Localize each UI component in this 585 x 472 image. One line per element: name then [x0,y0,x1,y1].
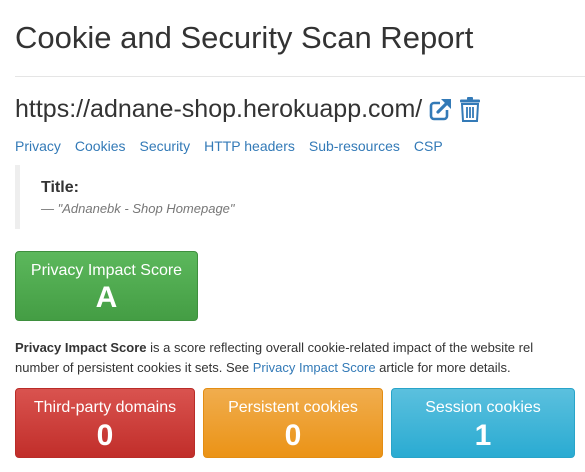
session-cookies-label: Session cookies [425,399,541,416]
trash-icon[interactable] [460,96,481,122]
nav-link-http-headers[interactable]: HTTP headers [204,138,295,154]
persistent-cookies-label: Persistent cookies [228,399,358,416]
title-heading: Title: [41,179,79,196]
privacy-impact-score-link[interactable]: Privacy Impact Score [253,360,376,375]
privacy-score-grade: A [95,281,118,314]
site-header: https://adnane-shop.herokuapp.com/ [15,92,481,126]
page-title: Cookie and Security Scan Report [15,20,474,55]
explanation-text-3: article for more details. [375,360,511,375]
nav-link-cookies[interactable]: Cookies [75,138,126,154]
explanation-text-2: number of persistent cookies it sets. Se… [15,360,253,375]
third-party-domains-count: 0 [96,419,114,452]
session-cookies-count: 1 [474,419,492,452]
third-party-domains-card: Third-party domains 0 [15,388,195,458]
report-nav: Privacy Cookies Security HTTP headers Su… [15,138,457,154]
explanation-text-1: is a score reflecting overall cookie-rel… [146,340,534,355]
third-party-domains-label: Third-party domains [33,399,177,416]
nav-link-csp[interactable]: CSP [414,138,443,154]
nav-link-security[interactable]: Security [140,138,191,154]
explanation-term: Privacy Impact Score [15,340,147,355]
title-value: — "Adnanebk - Shop Homepage" [41,201,235,216]
session-cookies-card: Session cookies 1 [391,388,575,458]
nav-link-sub-resources[interactable]: Sub-resources [309,138,400,154]
external-link-icon[interactable] [429,97,453,121]
page-title-quote: Title: — "Adnanebk - Shop Homepage" [15,165,575,229]
persistent-cookies-count: 0 [284,419,302,452]
header-divider [15,76,585,77]
site-url: https://adnane-shop.herokuapp.com/ [15,94,423,123]
score-explanation: Privacy Impact Score is a score reflecti… [15,338,585,378]
persistent-cookies-card: Persistent cookies 0 [203,388,383,458]
privacy-score-label: Privacy Impact Score [30,262,183,279]
privacy-impact-score-card: Privacy Impact Score A [15,251,198,321]
nav-link-privacy[interactable]: Privacy [15,138,61,154]
